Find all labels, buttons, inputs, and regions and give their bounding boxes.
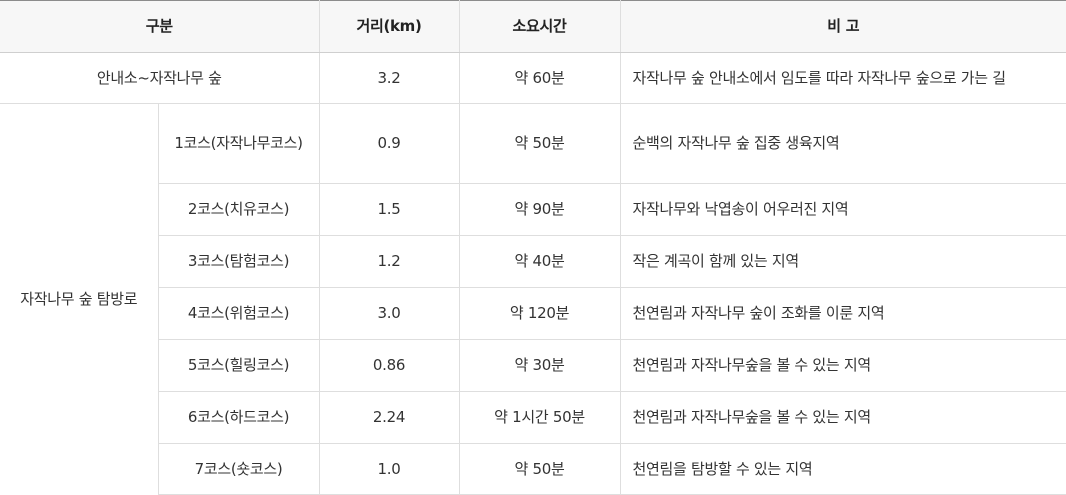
header-row: 구분 거리(km) 소요시간 비 고 <box>0 0 1066 53</box>
trail-course-table: 구분 거리(km) 소요시간 비 고 안내소~자작나무 숲 3.2 약 60분 … <box>0 0 1066 495</box>
table-body: 안내소~자작나무 숲 3.2 약 60분 자작나무 숲 안내소에서 임도를 따라… <box>0 52 1066 495</box>
course-note: 천연림과 자작나무숲을 볼 수 있는 지역 <box>620 391 1066 444</box>
course-distance: 0.9 <box>319 103 460 184</box>
course-distance: 1.0 <box>319 443 460 495</box>
table-row-course-6: 6코스(하드코스) 2.24 약 1시간 50분 천연림과 자작나무숲을 볼 수… <box>0 391 1066 444</box>
course-name: 5코스(힐링코스) <box>158 339 320 392</box>
table-row-course-7: 7코스(숏코스) 1.0 약 50분 천연림을 탐방할 수 있는 지역 <box>0 443 1066 495</box>
table-row-intro: 안내소~자작나무 숲 3.2 약 60분 자작나무 숲 안내소에서 임도를 따라… <box>0 52 1066 104</box>
intro-duration: 약 60분 <box>459 52 621 104</box>
course-note: 천연림과 자작나무 숲이 조화를 이룬 지역 <box>620 287 1066 340</box>
course-name: 3코스(탐험코스) <box>158 235 320 288</box>
course-duration: 약 30분 <box>459 339 621 392</box>
course-note: 자작나무와 낙엽송이 어우러진 지역 <box>620 183 1066 236</box>
table-row-course-5: 5코스(힐링코스) 0.86 약 30분 천연림과 자작나무숲을 볼 수 있는 … <box>0 339 1066 392</box>
course-name: 6코스(하드코스) <box>158 391 320 444</box>
trail-group-label: 자작나무 숲 탐방로 <box>0 103 159 495</box>
course-distance: 1.5 <box>319 183 460 236</box>
course-note: 천연림을 탐방할 수 있는 지역 <box>620 443 1066 495</box>
course-name: 7코스(숏코스) <box>158 443 320 495</box>
course-name: 1코스(자작나무코스) <box>158 103 320 184</box>
course-name: 4코스(위험코스) <box>158 287 320 340</box>
course-duration: 약 1시간 50분 <box>459 391 621 444</box>
intro-distance: 3.2 <box>319 52 460 104</box>
course-duration: 약 40분 <box>459 235 621 288</box>
table-row-course-4: 4코스(위험코스) 3.0 약 120분 천연림과 자작나무 숲이 조화를 이룬… <box>0 287 1066 340</box>
course-distance: 3.0 <box>319 287 460 340</box>
course-note: 천연림과 자작나무숲을 볼 수 있는 지역 <box>620 339 1066 392</box>
course-distance: 1.2 <box>319 235 460 288</box>
header-duration: 소요시간 <box>459 0 621 53</box>
header-category: 구분 <box>0 0 320 53</box>
course-duration: 약 50분 <box>459 443 621 495</box>
header-distance: 거리(km) <box>319 0 460 53</box>
intro-note: 자작나무 숲 안내소에서 임도를 따라 자작나무 숲으로 가는 길 <box>620 52 1066 104</box>
table-row-course-2: 2코스(치유코스) 1.5 약 90분 자작나무와 낙엽송이 어우러진 지역 <box>0 183 1066 236</box>
intro-label: 안내소~자작나무 숲 <box>0 52 320 104</box>
table-row-course-1: 자작나무 숲 탐방로 1코스(자작나무코스) 0.9 약 50분 순백의 자작나… <box>0 103 1066 495</box>
course-distance: 0.86 <box>319 339 460 392</box>
course-duration: 약 90분 <box>459 183 621 236</box>
table-header: 구분 거리(km) 소요시간 비 고 <box>0 0 1066 53</box>
course-note: 순백의 자작나무 숲 집중 생육지역 <box>620 103 1066 184</box>
course-distance: 2.24 <box>319 391 460 444</box>
course-name: 2코스(치유코스) <box>158 183 320 236</box>
table-row-course-3: 3코스(탐험코스) 1.2 약 40분 작은 계곡이 함께 있는 지역 <box>0 235 1066 288</box>
header-note: 비 고 <box>620 0 1066 53</box>
course-duration: 약 50분 <box>459 103 621 184</box>
course-note: 작은 계곡이 함께 있는 지역 <box>620 235 1066 288</box>
course-duration: 약 120분 <box>459 287 621 340</box>
